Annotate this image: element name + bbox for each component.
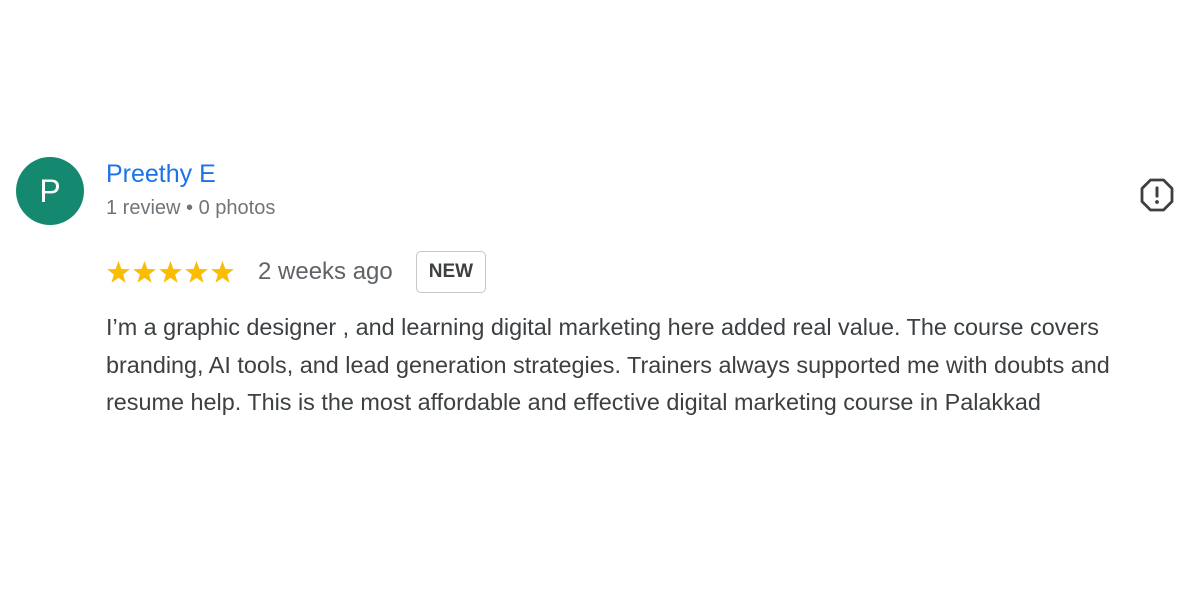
rating-row: 2 weeks ago NEW [106,250,487,294]
star-icon [211,260,234,283]
report-icon[interactable] [1139,177,1175,213]
avatar[interactable]: P [16,157,84,225]
reviewer-meta: 1 review • 0 photos [106,197,276,219]
octagon-alert-icon [1140,178,1174,212]
review-date: 2 weeks ago [258,258,393,285]
reviewer-name-link[interactable]: Preethy E [106,160,216,189]
review-card: P Preethy E 1 review • 0 photos 2 weeks … [0,0,1200,600]
star-icon [107,260,130,283]
review-text: I’m a graphic designer , and learning di… [106,314,1110,415]
star-icon [159,260,182,283]
star-rating [106,260,235,285]
new-badge: NEW [415,251,487,293]
star-icon [185,260,208,283]
star-icon [133,260,156,283]
